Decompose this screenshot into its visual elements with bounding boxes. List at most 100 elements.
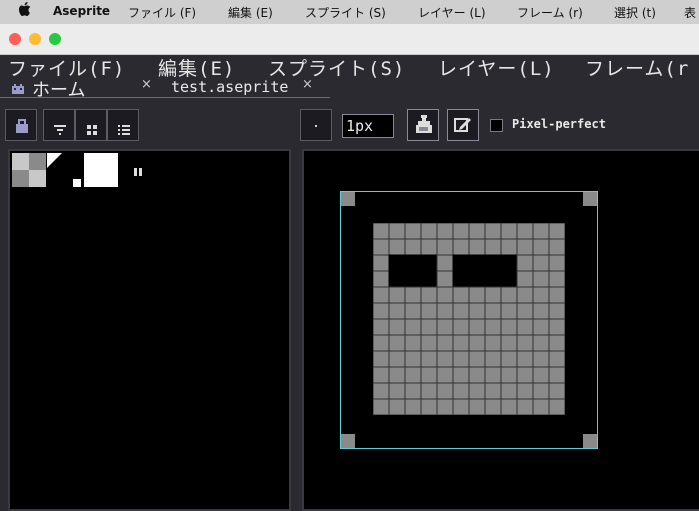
brush-dot-icon (315, 125, 317, 127)
sprite-pixel (373, 223, 390, 240)
sprite-pixel (452, 286, 470, 304)
menubar-edit[interactable]: 編集 (E) (228, 4, 273, 21)
grid-view-button[interactable] (75, 109, 107, 141)
sprite-pixel (468, 398, 486, 415)
sprite-pixel (516, 366, 534, 384)
sprite-pixel (548, 270, 565, 288)
menubar-layer[interactable]: レイヤー (L) (418, 4, 486, 21)
sprite-pixel (468, 334, 486, 352)
tab-test-aseprite[interactable]: test.aseprite × (165, 77, 325, 97)
editor-panel (302, 149, 699, 511)
sprite-pixel (500, 334, 518, 352)
sprite-pixel (452, 270, 470, 288)
tab-home[interactable]: ホーム × (8, 77, 158, 101)
sprite-pixel (532, 318, 550, 336)
sprite-pixel (548, 398, 565, 415)
sprite-pixel (420, 254, 438, 272)
filter-button[interactable] (43, 109, 75, 141)
brush-size-input[interactable]: 1px (342, 114, 394, 138)
sprite-pixel (500, 286, 518, 304)
sprite-pixel (484, 270, 502, 288)
sprite-pixel (404, 366, 422, 384)
tab-underline (0, 97, 330, 98)
swap-colors-icon[interactable] (133, 162, 143, 181)
sprite-pixel (532, 254, 550, 272)
menubar-view[interactable]: 表 (684, 4, 696, 21)
list-view-button[interactable] (107, 109, 139, 141)
sprite-pixel (532, 334, 550, 352)
sprite-pixel (436, 398, 454, 415)
left-panel (8, 149, 291, 511)
sprite-pixel (452, 334, 470, 352)
lock-button[interactable] (5, 109, 37, 141)
minimize-window-button[interactable] (29, 33, 41, 45)
menubar-app-name[interactable]: Aseprite (53, 4, 110, 18)
sprite-pixel (468, 350, 486, 368)
pressure-button[interactable] (447, 109, 479, 141)
sprite-pixel (452, 398, 470, 415)
sprite-pixel (484, 350, 502, 368)
sprite-pixel (388, 334, 406, 352)
sprite-pixel (420, 334, 438, 352)
sprite-pixel (388, 350, 406, 368)
tab-home-close-icon[interactable]: × (141, 77, 152, 92)
sprite-pixel (516, 398, 534, 415)
sprite-pixel (436, 350, 454, 368)
sprite-pixel (532, 270, 550, 288)
menubar-frame[interactable]: フレーム (r) (517, 4, 583, 21)
sprite-image (373, 223, 565, 415)
tab-file-close-icon[interactable]: × (302, 77, 313, 92)
sprite-pixel (373, 270, 390, 288)
brush-type-button[interactable] (300, 109, 332, 141)
sprite-pixel (548, 382, 565, 400)
zoom-window-button[interactable] (49, 33, 61, 45)
sprite-pixel (436, 302, 454, 320)
apple-logo-icon[interactable] (18, 2, 31, 21)
sprite-pixel (373, 350, 390, 368)
sprite-pixel (516, 254, 534, 272)
sprite-pixel (516, 286, 534, 304)
pixel-perfect-checkbox[interactable] (490, 119, 503, 132)
sprite-pixel (516, 223, 534, 240)
tab-file-label: test.aseprite (171, 78, 289, 96)
sprite-pixel (420, 318, 438, 336)
sprite-pixel (436, 366, 454, 384)
sprite-pixel (468, 302, 486, 320)
menubar-select[interactable]: 選択 (t) (614, 4, 656, 21)
ink-button[interactable] (407, 109, 439, 141)
sprite-pixel (404, 254, 422, 272)
sprite-pixel (388, 302, 406, 320)
sprite-pixel (532, 382, 550, 400)
sprite-pixel (388, 238, 406, 256)
sprite-pixel (388, 223, 406, 240)
sprite-pixel (420, 223, 438, 240)
sprite-pixel (404, 318, 422, 336)
canvas-area[interactable] (340, 191, 598, 449)
sprite-pixel (452, 223, 470, 240)
sprite-pixel (436, 223, 454, 240)
sprite-pixel (452, 254, 470, 272)
sprite-pixel (500, 318, 518, 336)
transparent-color-swatch[interactable] (12, 153, 46, 187)
white-color-swatch[interactable] (84, 153, 118, 187)
sprite-pixel (373, 302, 390, 320)
sprite-pixel (420, 350, 438, 368)
handle-top-left-icon[interactable] (341, 192, 355, 206)
sprite-pixel (548, 286, 565, 304)
close-window-button[interactable] (9, 33, 21, 45)
sprite-pixel (500, 223, 518, 240)
sprite-pixel (468, 270, 486, 288)
fg-bg-color-swatch[interactable] (47, 153, 81, 187)
sprite-pixel (500, 398, 518, 415)
sprite-pixel (532, 286, 550, 304)
sprite-pixel (500, 254, 518, 272)
sprite-pixel (484, 366, 502, 384)
menubar-sprite[interactable]: スプライト (S) (305, 4, 386, 21)
sprite-pixel (404, 223, 422, 240)
sprite-pixel (548, 254, 565, 272)
handle-bottom-right-icon[interactable] (583, 434, 597, 448)
handle-top-right-icon[interactable] (583, 192, 597, 206)
sprite-pixel (548, 366, 565, 384)
handle-bottom-left-icon[interactable] (341, 434, 355, 448)
menubar-file[interactable]: ファイル (F) (128, 4, 196, 21)
